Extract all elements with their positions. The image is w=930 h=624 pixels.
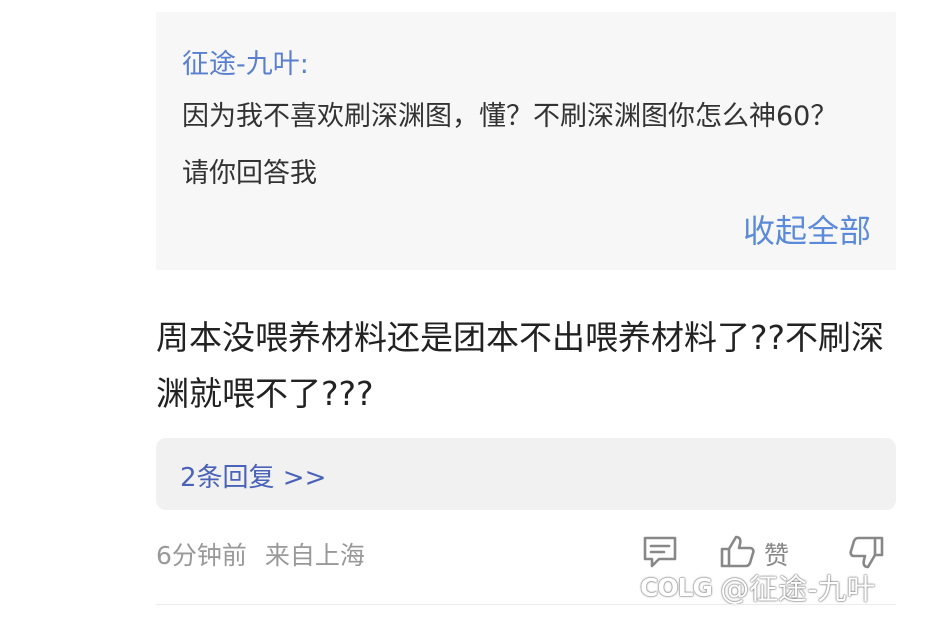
quoted-comment: 征途-九叶: 因为我不喜欢刷深渊图，懂？不刷深渊图你怎么神60？请你回答我 收起… <box>156 12 896 270</box>
watermark: COLG @征途-九叶 <box>640 566 876 608</box>
divider <box>156 604 896 605</box>
comment-thread: 征途-九叶: 因为我不喜欢刷深渊图，懂？不刷深渊图你怎么神60？请你回答我 收起… <box>0 0 930 624</box>
watermark-text: @征途-九叶 <box>720 572 876 606</box>
collapse-all-button[interactable]: 收起全部 <box>743 206 871 252</box>
quote-author[interactable]: 征途-九叶: <box>182 42 309 81</box>
comment-body: 周本没喂养材料还是团本不出喂养材料了??不刷深渊就喂不了??? <box>156 318 885 413</box>
quote-text: 因为我不喜欢刷深渊图，懂？不刷深渊图你怎么神60？请你回答我 <box>182 101 838 189</box>
comment-location: 来自上海 <box>264 541 365 570</box>
replies-count-label: 2条回复 >> <box>180 463 327 493</box>
comment-timestamp: 6分钟前 <box>156 541 247 570</box>
comment-meta: 6分钟前 来自上海 <box>156 536 365 572</box>
view-replies-button[interactable]: 2条回复 >> <box>156 438 896 510</box>
colg-logo: COLG <box>640 572 713 602</box>
